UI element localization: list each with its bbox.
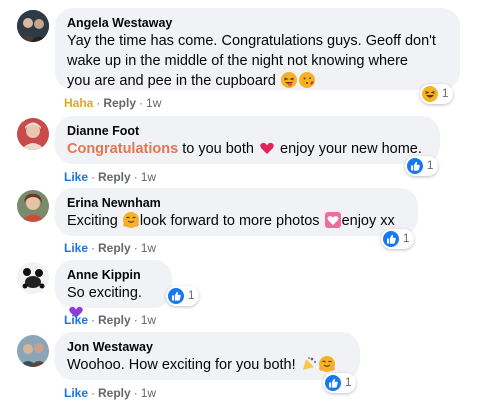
reaction-badge[interactable]: 1 [166,286,200,306]
profile-photo [17,10,49,42]
timestamp[interactable]: 1w [146,96,161,110]
profile-photo [17,118,49,150]
highlighted-word: Congratulations [67,141,179,157]
timestamp[interactable]: 1w [141,386,156,400]
separator: · [139,96,144,110]
avatar[interactable] [17,190,49,222]
separator: · [133,386,138,400]
comment-bubble: Angela Westaway Yay the time has come. C… [55,8,460,90]
reaction-count: 1 [188,290,195,302]
comment-bubble: Erina Newnham Exciting look forward to m… [55,188,418,236]
comment-text: Woohoo. How exciting for you both! [67,355,348,375]
comment-actions: Like · Reply · 1w [64,241,156,255]
separator: · [91,241,96,255]
reaction-link[interactable]: Like [64,241,88,255]
comment-line: you are and pee in the cupboard [67,71,448,91]
separator: · [91,313,96,327]
reaction-count: 1 [345,377,352,389]
profile-photo [17,262,49,294]
comment-text: Yay the time has come. Congratulations g… [67,31,448,91]
squinting-tongue-emoji [280,72,297,88]
avatar[interactable] [17,118,49,150]
comment-text-part: enjoy your new home. [275,141,422,157]
comment-text-part: enjoy xx [341,213,395,229]
profile-photo [17,190,49,222]
commenter-name[interactable]: Erina Newnham [67,196,406,211]
reaction-count: 1 [403,233,410,245]
comment-text: Congratulations to you both enjoy your n… [67,139,428,159]
hugging-face-emoji [318,356,335,372]
reaction-link[interactable]: Like [64,170,88,184]
party-emoji [301,356,317,372]
reply-link[interactable]: Reply [98,313,131,327]
like-reaction-icon [383,231,399,247]
commenter-name[interactable]: Anne Kippin [67,268,160,283]
heart-box-emoji [324,212,341,228]
commenter-name[interactable]: Jon Westaway [67,340,348,355]
comment-text-part: Woohoo. How exciting for you both! [67,357,300,373]
reaction-badge[interactable]: 1 [323,373,357,393]
reply-link[interactable]: Reply [98,170,131,184]
reaction-count: 1 [442,88,449,100]
reply-link[interactable]: Reply [103,96,136,110]
comment-bubble: Jon Westaway Woohoo. How exciting for yo… [55,332,360,380]
comment-actions: Like · Reply · 1w [64,170,156,184]
reply-link[interactable]: Reply [98,241,131,255]
blowing-kiss-emoji [298,72,315,88]
separator: · [91,170,96,184]
reaction-badge[interactable]: 1 [405,156,439,176]
timestamp[interactable]: 1w [141,313,156,327]
avatar[interactable] [17,335,49,367]
separator: · [133,313,138,327]
comment-text-part: So exciting. [67,285,142,301]
reaction-count: 1 [427,160,434,172]
comment-line: wake up in the middle of the night not k… [67,53,408,69]
separator: · [91,386,96,400]
timestamp[interactable]: 1w [141,170,156,184]
reaction-badge[interactable]: 1 [381,229,415,249]
comment-actions: Like · Reply · 1w [64,313,156,327]
red-heart-emoji [259,140,275,156]
comment-text: Exciting look forward to more photos enj… [67,211,406,231]
profile-photo [17,335,49,367]
reaction-link[interactable]: Haha [64,96,93,110]
timestamp[interactable]: 1w [141,241,156,255]
like-reaction-icon [325,375,341,391]
avatar[interactable] [17,262,49,294]
comment-actions: Like · Reply · 1w [64,386,156,400]
commenter-name[interactable]: Angela Westaway [67,16,448,31]
comment-text-part: to you both [178,141,258,157]
reaction-link[interactable]: Like [64,313,88,327]
hugging-face-emoji [122,212,139,228]
like-reaction-icon [168,288,184,304]
separator: · [133,170,138,184]
reaction-badge[interactable]: 1 [420,84,454,104]
separator: · [133,241,138,255]
reply-link[interactable]: Reply [98,386,131,400]
comment-text-part: look forward to more photos [139,213,324,229]
comment-bubble: Dianne Foot Congratulations to you both … [55,116,440,164]
comment-actions: Haha · Reply · 1w [64,96,161,110]
reaction-link[interactable]: Like [64,386,88,400]
comment-bubble: Anne Kippin So exciting. [55,260,172,318]
commenter-name[interactable]: Dianne Foot [67,124,428,139]
avatar[interactable] [17,10,49,42]
comment-line: Yay the time has come. Congratulations g… [67,33,436,49]
like-reaction-icon [407,158,423,174]
haha-reaction-icon [422,86,438,102]
comment-text-part: Exciting [67,213,122,229]
comment-line-text: you are and pee in the cupboard [67,73,276,89]
separator: · [96,96,101,110]
